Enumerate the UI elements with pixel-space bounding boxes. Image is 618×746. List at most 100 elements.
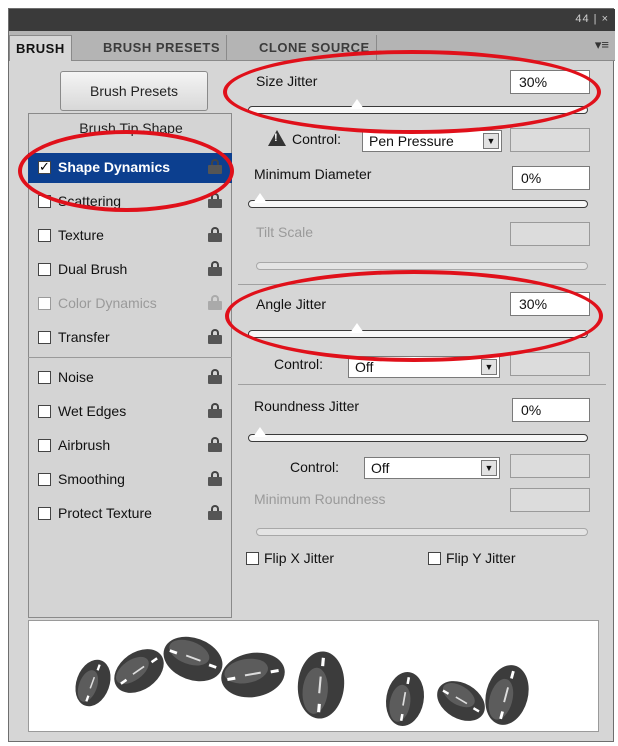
list-item-wet-edges[interactable]: Wet Edges (28, 397, 232, 427)
list-item-label: Smoothing (58, 471, 125, 487)
scattering-checkbox[interactable] (38, 195, 51, 208)
roundness-jitter-label: Roundness Jitter (254, 398, 360, 414)
list-item-label: Wet Edges (58, 403, 127, 419)
lock-icon[interactable] (208, 505, 222, 520)
section-divider (238, 284, 606, 285)
list-item-label: Scattering (58, 193, 122, 209)
tab-clone-source[interactable]: CLONE SOURCE (253, 35, 377, 61)
slider-thumb[interactable] (252, 192, 268, 204)
list-item-label: Color Dynamics (58, 295, 157, 311)
flip-y-jitter-label: Flip Y Jitter (446, 550, 516, 566)
size-control-label: Control: (292, 131, 342, 147)
chevron-down-icon[interactable]: ▼ (481, 359, 497, 375)
lock-icon[interactable] (208, 471, 222, 486)
transfer-checkbox[interactable] (38, 331, 51, 344)
roundness-control-select[interactable]: Off ▼ (364, 457, 500, 479)
list-item-airbrush[interactable]: Airbrush (28, 431, 232, 461)
slider-thumb[interactable] (349, 98, 366, 110)
panel-title-bar: 44 | × (9, 9, 615, 31)
minimum-roundness-slider[interactable] (256, 528, 588, 536)
roundness-control-value: Off (371, 460, 390, 476)
texture-checkbox[interactable] (38, 229, 51, 242)
angle-control-field[interactable] (510, 352, 590, 376)
angle-control-select[interactable]: Off ▼ (348, 356, 500, 378)
angle-jitter-field[interactable]: 30% (510, 292, 590, 316)
list-item-label: Texture (58, 227, 104, 243)
tab-brush[interactable]: BRUSH (9, 35, 72, 61)
angle-control-label: Control: (274, 356, 324, 372)
dual-brush-checkbox[interactable] (38, 263, 51, 276)
size-control-value: Pen Pressure (369, 133, 454, 149)
minimum-roundness-field[interactable] (510, 488, 590, 512)
section-divider (238, 384, 606, 385)
brush-tip-shape-header[interactable]: Brush Tip Shape (29, 120, 233, 136)
panel-menu-icon[interactable]: ▾≡ (595, 37, 609, 53)
list-item-noise[interactable]: Noise (28, 363, 232, 393)
lock-icon[interactable] (208, 369, 222, 384)
minimum-diameter-field[interactable]: 0% (512, 166, 590, 190)
lock-icon[interactable] (208, 227, 222, 242)
size-control-field[interactable] (510, 128, 590, 152)
list-item-transfer[interactable]: Transfer (28, 323, 232, 353)
lock-icon[interactable] (208, 261, 222, 276)
lock-icon[interactable] (208, 437, 222, 452)
flip-x-jitter-checkbox[interactable] (246, 552, 259, 565)
airbrush-checkbox[interactable] (38, 439, 51, 452)
size-jitter-slider[interactable] (248, 98, 588, 114)
list-item-shape-dynamics[interactable]: Shape Dynamics (28, 153, 232, 183)
brush-presets-button[interactable]: Brush Presets (60, 71, 208, 111)
roundness-control-label: Control: (290, 459, 340, 475)
list-item-color-dynamics[interactable]: Color Dynamics (28, 289, 232, 319)
angle-control-value: Off (355, 359, 374, 375)
size-jitter-label: Size Jitter (256, 73, 318, 89)
list-item-dual-brush[interactable]: Dual Brush (28, 255, 232, 285)
size-control-select[interactable]: Pen Pressure ▼ (362, 130, 502, 152)
color-dynamics-checkbox[interactable] (38, 297, 51, 310)
roundness-jitter-slider[interactable] (248, 426, 588, 442)
flip-y-jitter-checkbox[interactable] (428, 552, 441, 565)
list-item-label: Noise (58, 369, 94, 385)
minimum-diameter-label: Minimum Diameter (254, 166, 372, 182)
brush-stroke-preview (28, 620, 599, 732)
tab-brush-presets[interactable]: BRUSH PRESETS (97, 35, 228, 61)
list-item-scattering[interactable]: Scattering (28, 187, 232, 217)
list-item-texture[interactable]: Texture (28, 221, 232, 251)
lock-icon[interactable] (208, 193, 222, 208)
tilt-scale-field[interactable] (510, 222, 590, 246)
slider-thumb[interactable] (349, 322, 366, 334)
tab-bar: BRUSH BRUSH PRESETS CLONE SOURCE ▾≡ (9, 31, 615, 61)
chevron-down-icon[interactable]: ▼ (481, 460, 497, 476)
lock-icon[interactable] (208, 295, 222, 310)
noise-checkbox[interactable] (38, 371, 51, 384)
smoothing-checkbox[interactable] (38, 473, 51, 486)
flip-x-jitter-label: Flip X Jitter (264, 550, 335, 566)
warning-icon (268, 130, 286, 146)
shape-dynamics-checkbox[interactable] (38, 159, 51, 175)
tilt-scale-label: Tilt Scale (256, 224, 314, 240)
roundness-jitter-field[interactable]: 0% (512, 398, 590, 422)
protect-texture-checkbox[interactable] (38, 507, 51, 520)
list-item-label: Transfer (58, 329, 110, 345)
lock-icon[interactable] (208, 329, 222, 344)
tilt-scale-slider[interactable] (256, 262, 588, 270)
list-item-label: Protect Texture (58, 505, 152, 521)
angle-jitter-label: Angle Jitter (256, 296, 327, 312)
lock-icon[interactable] (208, 159, 222, 174)
list-item-protect-texture[interactable]: Protect Texture (28, 499, 232, 529)
window-controls[interactable]: 44 | × (575, 13, 609, 25)
list-item-label: Airbrush (58, 437, 111, 453)
football-brush-icon (68, 627, 537, 732)
chevron-down-icon[interactable]: ▼ (483, 133, 499, 149)
size-jitter-field[interactable]: 30% (510, 70, 590, 94)
list-item-label: Shape Dynamics (58, 159, 171, 175)
minimum-diameter-slider[interactable] (248, 192, 588, 208)
list-item-smoothing[interactable]: Smoothing (28, 465, 232, 495)
list-item-label: Dual Brush (58, 261, 128, 277)
lock-icon[interactable] (208, 403, 222, 418)
wet-edges-checkbox[interactable] (38, 405, 51, 418)
minimum-roundness-label: Minimum Roundness (254, 491, 386, 507)
slider-thumb[interactable] (252, 426, 268, 438)
roundness-control-field[interactable] (510, 454, 590, 478)
angle-jitter-slider[interactable] (248, 322, 588, 338)
list-divider (28, 357, 232, 358)
